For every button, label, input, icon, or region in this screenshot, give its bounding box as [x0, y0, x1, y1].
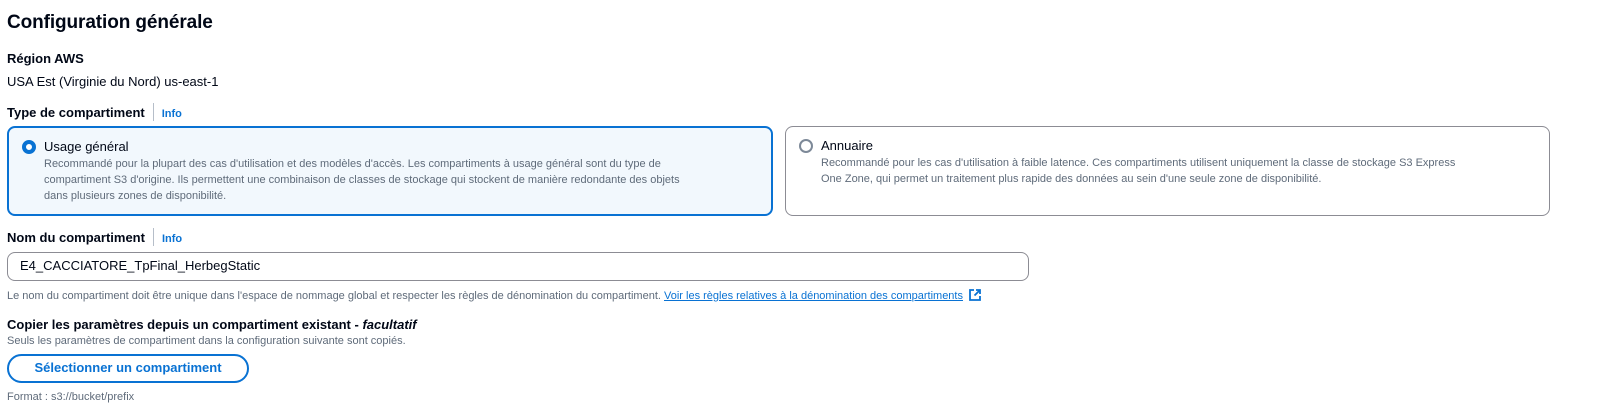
- bucket-name-header: Nom du compartiment Info: [7, 228, 182, 247]
- bucket-name-info-link[interactable]: Info: [162, 233, 182, 245]
- region-value: USA Est (Virginie du Nord) us-east-1: [7, 74, 219, 89]
- section-title: Configuration générale: [7, 12, 213, 33]
- naming-rules-link-text: Voir les règles relatives à la dénominat…: [664, 290, 963, 302]
- directory-description: Recommandé pour les cas d'utilisation à …: [821, 155, 1455, 187]
- general-purpose-description-line: compartiment S3 d'origine. Ils permetten…: [44, 174, 680, 186]
- general-purpose-title: Usage général: [44, 139, 129, 154]
- bucket-type-directory-tile[interactable]: Annuaire Recommandé pour les cas d'utili…: [785, 126, 1550, 216]
- copy-settings-optional: facultatif: [362, 317, 417, 332]
- general-purpose-radio[interactable]: [22, 140, 36, 154]
- info-divider: [152, 103, 154, 121]
- external-link-icon: [969, 289, 981, 301]
- directory-title: Annuaire: [821, 138, 874, 153]
- select-bucket-button[interactable]: Sélectionner un compartiment: [7, 354, 249, 383]
- general-purpose-description: Recommandé pour la plupart des cas d'uti…: [44, 156, 680, 204]
- bucket-name-hint: Le nom du compartiment doit être unique …: [7, 288, 982, 302]
- copy-settings-header: Copier les paramètres depuis un comparti…: [7, 316, 417, 334]
- bucket-name-label: Nom du compartiment: [7, 230, 145, 246]
- format-hint: Format : s3://bucket/prefix: [7, 391, 135, 403]
- bucket-name-input[interactable]: E4_CACCIATORE_TpFinal_HerbegStatic: [7, 252, 1029, 281]
- bucket-type-info-link[interactable]: Info: [162, 108, 182, 120]
- naming-rules-link[interactable]: Voir les règles relatives à la dénominat…: [664, 289, 982, 302]
- info-divider: [152, 228, 154, 246]
- general-purpose-description-line: Recommandé pour la plupart des cas d'uti…: [44, 158, 661, 170]
- bucket-type-label: Type de compartiment: [7, 105, 145, 121]
- general-purpose-description-line: dans plusieurs zones de disponibilité.: [44, 190, 227, 202]
- copy-settings-label: Copier les paramètres depuis un comparti…: [7, 317, 363, 332]
- bucket-name-hint-text: Le nom du compartiment doit être unique …: [7, 290, 661, 302]
- region-label: Région AWS: [7, 51, 84, 66]
- bucket-type-general-purpose-tile[interactable]: Usage général Recommandé pour la plupart…: [7, 126, 773, 216]
- bucket-type-header: Type de compartiment Info: [7, 103, 182, 122]
- directory-radio[interactable]: [799, 139, 813, 153]
- directory-description-line: One Zone, qui permet un traitement plus …: [821, 173, 1322, 185]
- copy-settings-description: Seuls les paramètres de compartiment dan…: [7, 335, 406, 347]
- directory-description-line: Recommandé pour les cas d'utilisation à …: [821, 157, 1456, 169]
